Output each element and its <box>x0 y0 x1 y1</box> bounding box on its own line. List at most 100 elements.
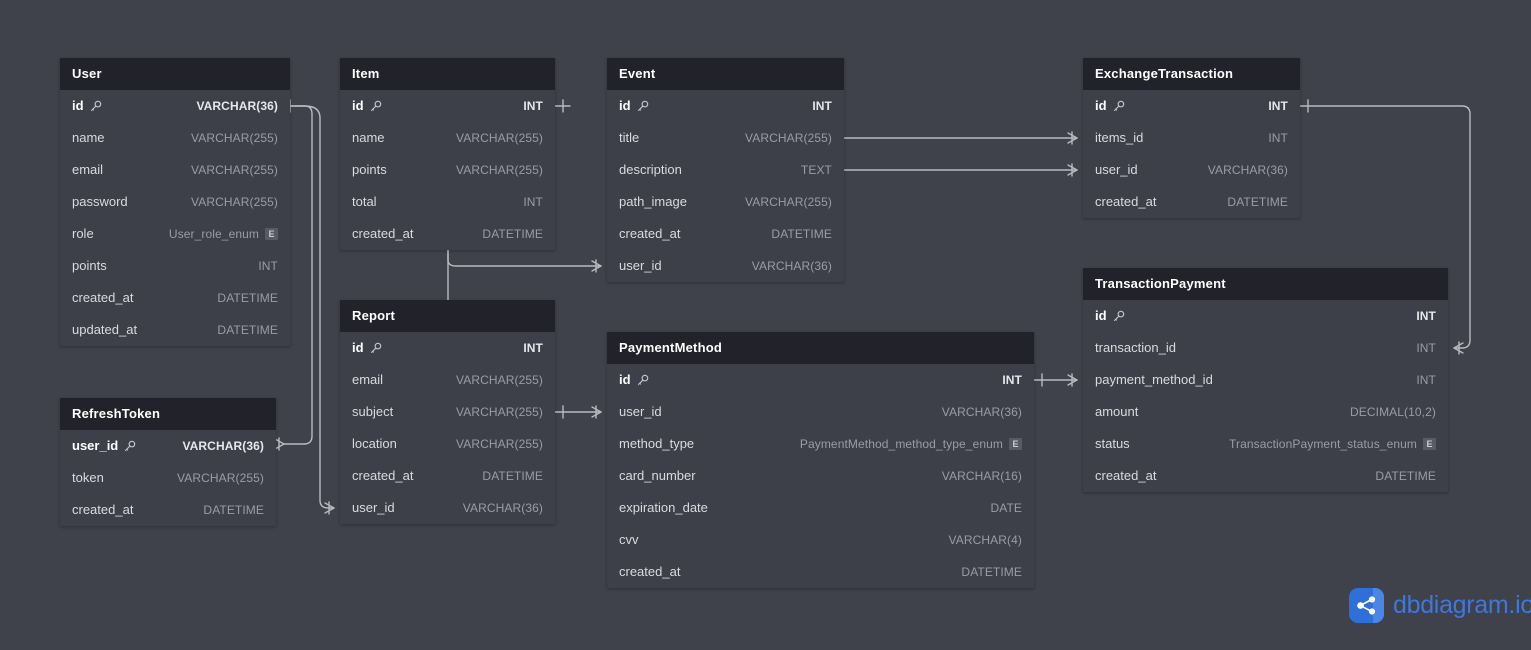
field-name: created_at <box>352 226 414 241</box>
field-name: id <box>352 98 364 113</box>
field-type: VARCHAR(4) <box>948 533 1022 547</box>
table-title-report[interactable]: Report <box>340 300 555 332</box>
field-row[interactable]: id INT <box>607 90 844 122</box>
field-row[interactable]: expiration_date DATE <box>607 492 1034 524</box>
field-type: TransactionPayment_status_enum <box>1229 437 1417 451</box>
key-icon <box>1112 100 1125 113</box>
enum-badge: E <box>1009 438 1022 450</box>
field-name: created_at <box>1095 194 1157 209</box>
field-row[interactable]: id INT <box>607 364 1034 396</box>
field-row[interactable]: created_at DATETIME <box>60 494 276 526</box>
field-row[interactable]: created_at DATETIME <box>340 218 555 250</box>
field-type: VARCHAR(255) <box>456 131 543 145</box>
field-row[interactable]: method_type PaymentMethod_method_type_enu… <box>607 428 1034 460</box>
key-icon <box>369 100 382 113</box>
field-row[interactable]: location VARCHAR(255) <box>340 428 555 460</box>
table-title-item[interactable]: Item <box>340 58 555 90</box>
field-row[interactable]: status TransactionPayment_status_enum E <box>1083 428 1448 460</box>
field-type: INT <box>523 341 543 355</box>
field-row[interactable]: name VARCHAR(255) <box>60 122 290 154</box>
field-type: DECIMAL(10,2) <box>1350 405 1436 419</box>
field-name: updated_at <box>72 322 138 337</box>
field-name: payment_method_id <box>1095 372 1213 387</box>
table-title-paymentmethod[interactable]: PaymentMethod <box>607 332 1034 364</box>
field-row[interactable]: updated_at DATETIME <box>60 314 290 346</box>
diagram-canvas[interactable]: User id VARCHAR(36) name VARCHAR(255) email VA… <box>0 0 1531 650</box>
field-type: VARCHAR(36) <box>462 501 543 515</box>
field-row[interactable]: items_id INT <box>1083 122 1300 154</box>
field-row[interactable]: points VARCHAR(255) <box>340 154 555 186</box>
edge-user-id-to-report-user-id <box>289 105 335 515</box>
field-row[interactable]: id INT <box>340 90 555 122</box>
table-item[interactable]: Item id INT name VARCHAR(255) points VARCHAR(2… <box>340 58 555 250</box>
table-title-transactionpayment[interactable]: TransactionPayment <box>1083 268 1448 300</box>
field-row[interactable]: user_id VARCHAR(36) <box>607 250 844 282</box>
table-exchangetransaction[interactable]: ExchangeTransaction id INT items_id INT user_… <box>1083 58 1300 218</box>
field-row[interactable]: role User_role_enum E <box>60 218 290 250</box>
field-type: INT <box>812 99 832 113</box>
field-row[interactable]: id INT <box>1083 90 1300 122</box>
field-type: PaymentMethod_method_type_enum <box>799 437 1003 451</box>
field-type: VARCHAR(255) <box>191 163 278 177</box>
field-row[interactable]: created_at DATETIME <box>340 460 555 492</box>
table-refreshtoken[interactable]: RefreshToken user_id VARCHAR(36) token VARCH… <box>60 398 276 526</box>
table-title-refreshtoken[interactable]: RefreshToken <box>60 398 276 430</box>
field-row[interactable]: transaction_id INT <box>1083 332 1448 364</box>
field-type: INT <box>1416 341 1436 355</box>
field-row[interactable]: id INT <box>1083 300 1448 332</box>
field-row[interactable]: subject VARCHAR(255) <box>340 396 555 428</box>
field-row[interactable]: created_at DATETIME <box>607 556 1034 588</box>
table-title-event[interactable]: Event <box>607 58 844 90</box>
field-name: created_at <box>352 468 414 483</box>
field-name: title <box>619 130 640 145</box>
field-row[interactable]: total INT <box>340 186 555 218</box>
field-type: VARCHAR(255) <box>191 131 278 145</box>
table-event[interactable]: Event id INT title VARCHAR(255) description TE… <box>607 58 844 282</box>
field-name: created_at <box>72 290 134 305</box>
field-row[interactable]: card_number VARCHAR(16) <box>607 460 1034 492</box>
field-name: created_at <box>1095 468 1157 483</box>
table-report[interactable]: Report id INT email VARCHAR(255) subject VARCH… <box>340 300 555 524</box>
field-name: user_id <box>1095 162 1138 177</box>
field-row[interactable]: email VARCHAR(255) <box>340 364 555 396</box>
table-paymentmethod[interactable]: PaymentMethod id INT user_id VARCHAR(36) meth… <box>607 332 1034 588</box>
field-row[interactable]: payment_method_id INT <box>1083 364 1448 396</box>
field-type: VARCHAR(16) <box>941 469 1022 483</box>
field-row[interactable]: description TEXT <box>607 154 844 186</box>
field-row[interactable]: user_id VARCHAR(36) <box>607 396 1034 428</box>
dbdiagram-brand[interactable]: dbdiagram.io <box>1349 588 1531 623</box>
field-row[interactable]: title VARCHAR(255) <box>607 122 844 154</box>
field-type: VARCHAR(36) <box>1207 163 1288 177</box>
field-row[interactable]: path_image VARCHAR(255) <box>607 186 844 218</box>
field-row[interactable]: cvv VARCHAR(4) <box>607 524 1034 556</box>
field-name: user_id <box>72 438 119 453</box>
edge-paymentmethod-id-to-transactionpayment-payment-method-id <box>1033 373 1078 387</box>
field-row[interactable]: id VARCHAR(36) <box>60 90 290 122</box>
field-name: name <box>72 130 105 145</box>
field-row[interactable]: created_at DATETIME <box>607 218 844 250</box>
field-row[interactable]: user_id VARCHAR(36) <box>60 430 276 462</box>
field-row[interactable]: token VARCHAR(255) <box>60 462 276 494</box>
field-row[interactable]: created_at DATETIME <box>60 282 290 314</box>
field-type: VARCHAR(255) <box>745 195 832 209</box>
table-transactionpayment[interactable]: TransactionPayment id INT transaction_id INT… <box>1083 268 1448 492</box>
field-row[interactable]: password VARCHAR(255) <box>60 186 290 218</box>
field-name: created_at <box>619 564 681 579</box>
field-row[interactable]: created_at DATETIME <box>1083 186 1300 218</box>
table-title-exchangetransaction[interactable]: ExchangeTransaction <box>1083 58 1300 90</box>
field-row[interactable]: created_at DATETIME <box>1083 460 1448 492</box>
field-row[interactable]: points INT <box>60 250 290 282</box>
enum-badge: E <box>265 228 278 240</box>
field-type: VARCHAR(255) <box>456 373 543 387</box>
table-user[interactable]: User id VARCHAR(36) name VARCHAR(255) email VA… <box>60 58 290 346</box>
field-name: card_number <box>619 468 696 483</box>
field-row[interactable]: id INT <box>340 332 555 364</box>
field-row[interactable]: amount DECIMAL(10,2) <box>1083 396 1448 428</box>
table-title-user[interactable]: User <box>60 58 290 90</box>
field-name: subject <box>352 404 394 419</box>
field-row[interactable]: email VARCHAR(255) <box>60 154 290 186</box>
field-type: DATETIME <box>1227 195 1288 209</box>
field-row[interactable]: user_id VARCHAR(36) <box>340 492 555 524</box>
field-row[interactable]: name VARCHAR(255) <box>340 122 555 154</box>
field-row[interactable]: user_id VARCHAR(36) <box>1083 154 1300 186</box>
